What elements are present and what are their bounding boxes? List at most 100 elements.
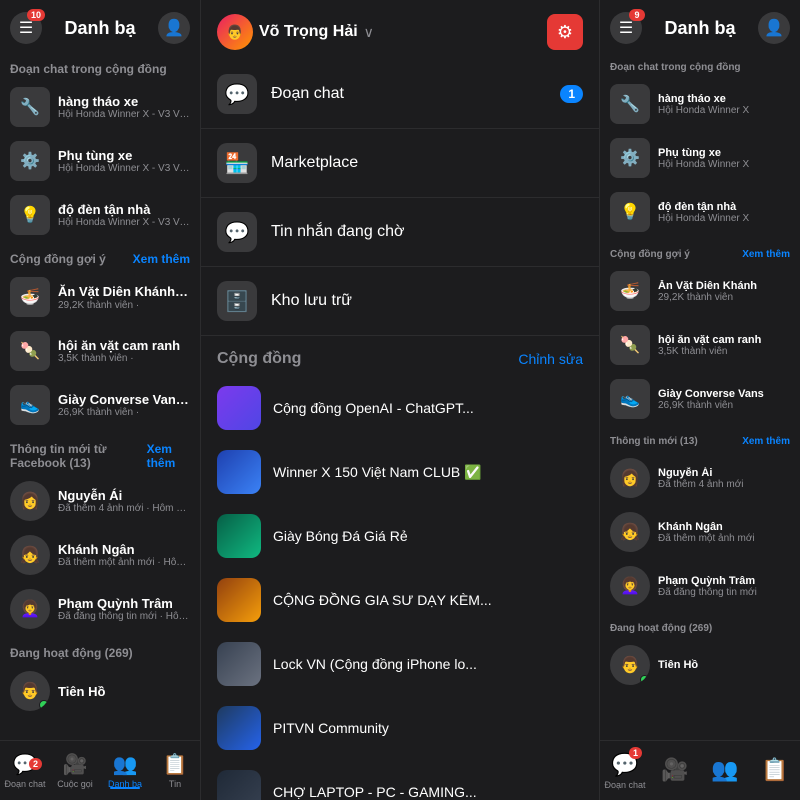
community-avatar-5	[217, 706, 261, 750]
center-menu-item-0[interactable]: 💬 Đoạn chat 1	[201, 60, 599, 129]
left-news-item-1[interactable]: 👧 Khánh Ngân Đã thêm một ảnh mới · Hôm q…	[0, 528, 200, 582]
community-name-6: CHỢ LAPTOP - PC - GAMING...	[273, 784, 583, 800]
right-item-sub-2: Hội Honda Winner X	[658, 159, 790, 170]
left-news-item-2[interactable]: 👩‍🦱 Phạm Quỳnh Trâm Đã đăng thông tin mớ…	[0, 582, 200, 636]
left-tab-0[interactable]: 2 💬 Đoạn chat	[0, 752, 50, 789]
right-news-1[interactable]: 👩 Nguyễn Ái Đã thêm 4 ảnh mới	[600, 451, 800, 505]
menu-item-label-3: Kho lưu trữ	[271, 292, 352, 310]
left-news-sub-0: Đã thêm 4 ảnh mới · Hôm nay	[58, 503, 190, 514]
left-active-title-0: Tiên Hồ	[58, 684, 190, 699]
right-news-title-2: Khánh Ngân	[658, 521, 790, 533]
right-item-sub-3: Hội Honda Winner X	[658, 213, 790, 224]
center-user[interactable]: 👨 Võ Trọng Hải ∨	[217, 14, 374, 50]
left-suggested-item-2[interactable]: 👟 Giày Converse Vans 2hand Real 26,9K th…	[0, 378, 200, 432]
left-news-title-2: Phạm Quỳnh Trâm	[58, 596, 190, 611]
center-user-avatar: 👨	[217, 14, 253, 50]
tab-label-1: Cuộc gọi	[57, 779, 93, 789]
community-section-header: Cộng đồng Chỉnh sửa	[201, 336, 599, 376]
right-tab-calls[interactable]: 🎥	[650, 741, 700, 800]
left-suggested-sub-2: 26,9K thành viên ·	[58, 407, 190, 418]
right-sug-3[interactable]: 👟 Giày Converse Vans 26,9K thành viên	[600, 372, 800, 426]
left-tab-3[interactable]: 📋 Tin	[150, 752, 200, 789]
left-news-sub-2: Đã đăng thông tin mới · Hôm qua	[58, 611, 190, 622]
center-menu-item-1[interactable]: 🏪 Marketplace	[201, 129, 599, 198]
right-sug-1[interactable]: 🍜 Ăn Vặt Diên Khánh 29,2K thành viên	[600, 264, 800, 318]
right-item-2[interactable]: ⚙️ Phụ tùng xe Hội Honda Winner X	[600, 131, 800, 185]
right-news-section: Thông tin mới (13) Xem thêm	[600, 426, 800, 451]
left-tab-1[interactable]: 🎥 Cuộc gọi	[50, 752, 100, 789]
community-name-5: PITVN Community	[273, 720, 583, 736]
center-header: 👨 Võ Trọng Hải ∨ ⚙	[201, 0, 599, 60]
tab-badge-0: 2	[29, 758, 42, 770]
right-news-3[interactable]: 👩‍🦱 Phạm Quỳnh Trâm Đã đăng thông tin mớ…	[600, 559, 800, 613]
right-item-3[interactable]: 💡 độ đèn tận nhà Hội Honda Winner X	[600, 185, 800, 239]
left-community-item-1[interactable]: ⚙️ Phụ tùng xe Hội Honda Winner X - V3 V…	[0, 134, 200, 188]
center-menu-item-3[interactable]: 🗄️ Kho lưu trữ	[201, 267, 599, 336]
right-chat-label: Đoạn chat	[604, 780, 645, 790]
right-news-2[interactable]: 👧 Khánh Ngân Đã thêm một ảnh mới	[600, 505, 800, 559]
community-item-2[interactable]: Giày Bóng Đá Giá Rẻ	[201, 504, 599, 568]
left-community-item-0[interactable]: 🔧 hàng tháo xe Hội Honda Winner X - V3 V…	[0, 80, 200, 134]
community-name-4: Lock VN (Cộng đồng iPhone lo...	[273, 656, 583, 672]
left-header: ☰ 10 Danh bạ 👤	[0, 0, 200, 52]
community-item-3[interactable]: CỘNG ĐỒNG GIA SƯ DẠY KÈM...	[201, 568, 599, 632]
center-menu-item-2[interactable]: 💬 Tin nhắn đang chờ	[201, 198, 599, 267]
community-name-0: Cộng đồng OpenAI - ChatGPT...	[273, 400, 583, 416]
right-active-1[interactable]: 👨 Tiên Hồ	[600, 638, 800, 692]
left-community-title-0: hàng tháo xe	[58, 94, 190, 109]
right-news-avatar-2: 👧	[610, 512, 650, 552]
news-see-more[interactable]: Xem thêm	[147, 442, 190, 470]
community-chat-label: Đoạn chat trong cộng đồng	[10, 62, 167, 76]
community-edit-button[interactable]: Chỉnh sửa	[518, 351, 583, 367]
right-tab-contacts[interactable]: 👥	[700, 741, 750, 800]
left-suggested-title-2: Giày Converse Vans 2hand Real	[58, 392, 190, 407]
community-item-5[interactable]: PITVN Community	[201, 696, 599, 760]
community-avatar-2	[217, 514, 261, 558]
left-contacts-button[interactable]: 👤	[158, 12, 190, 44]
community-item-6[interactable]: CHỢ LAPTOP - PC - GAMING...	[201, 760, 599, 800]
left-news-title-0: Nguyễn Ái	[58, 488, 190, 503]
right-suggested-section: Cộng đồng gợi ý Xem thêm	[600, 239, 800, 264]
news-section: Thông tin mới từ Facebook (13) Xem thêm	[0, 432, 200, 474]
left-suggested-avatar-2: 👟	[10, 385, 50, 425]
right-news-title-3: Phạm Quỳnh Trâm	[658, 575, 790, 587]
right-menu-button[interactable]: ☰ 9	[610, 12, 642, 44]
left-tab-2[interactable]: 👥 Danh bạ	[100, 752, 150, 789]
left-suggested-avatar-1: 🍡	[10, 331, 50, 371]
right-tab-news[interactable]: 📋	[750, 741, 800, 800]
community-item-4[interactable]: Lock VN (Cộng đồng iPhone lo...	[201, 632, 599, 696]
left-news-list: 👩 Nguyễn Ái Đã thêm 4 ảnh mới · Hôm nay …	[0, 474, 200, 636]
right-tab-chat[interactable]: 💬 Đoạn chat 1	[600, 741, 650, 800]
right-item-title-2: Phụ tùng xe	[658, 147, 790, 159]
suggested-see-more[interactable]: Xem thêm	[133, 252, 190, 266]
left-suggested-item-0[interactable]: 🍜 Ăn Vặt Diên Khánh 😋😋😋😋 29,2K thành viê…	[0, 270, 200, 324]
community-item-1[interactable]: Winner X 150 Việt Nam CLUB ✅	[201, 440, 599, 504]
left-community-sub-1: Hội Honda Winner X - V3 Việt Nam · Nhấn …	[58, 163, 190, 174]
right-news-see-more[interactable]: Xem thêm	[742, 436, 790, 447]
left-menu-button[interactable]: ☰ 10	[10, 12, 42, 44]
right-see-more[interactable]: Xem thêm	[742, 249, 790, 260]
left-panel-title: Danh bạ	[64, 18, 135, 39]
center-menu-list: 💬 Đoạn chat 1 🏪 Marketplace 💬 Tin nhắn đ…	[201, 60, 599, 336]
left-suggested-list: 🍜 Ăn Vặt Diên Khánh 😋😋😋😋 29,2K thành viê…	[0, 270, 200, 432]
tab-label-3: Tin	[169, 779, 181, 789]
left-community-avatar-2: 💡	[10, 195, 50, 235]
left-news-sub-1: Đã thêm một ảnh mới · Hôm qua	[58, 557, 190, 568]
community-item-0[interactable]: Cộng đồng OpenAI - ChatGPT...	[201, 376, 599, 440]
left-community-list: 🔧 hàng tháo xe Hội Honda Winner X - V3 V…	[0, 80, 200, 242]
left-suggested-item-1[interactable]: 🍡 hội ăn vặt cam ranh 3,5K thành viên ·	[0, 324, 200, 378]
tab-label-0: Đoạn chat	[4, 779, 45, 789]
left-news-item-0[interactable]: 👩 Nguyễn Ái Đã thêm 4 ảnh mới · Hôm nay	[0, 474, 200, 528]
left-active-item-0[interactable]: 👨 Tiên Hồ	[0, 664, 200, 718]
left-news-avatar-0: 👩	[10, 481, 50, 521]
gear-button[interactable]: ⚙	[547, 14, 583, 50]
right-menu-badge: 9	[629, 9, 645, 21]
suggested-label: Cộng đồng gợi ý	[10, 252, 106, 266]
left-community-item-2[interactable]: 💡 độ đèn tận nhà Hội Honda Winner X - V3…	[0, 188, 200, 242]
right-news-avatar-1: 👩	[610, 458, 650, 498]
right-item-1[interactable]: 🔧 hàng tháo xe Hội Honda Winner X	[600, 77, 800, 131]
right-contacts-button[interactable]: 👤	[758, 12, 790, 44]
right-sug-2[interactable]: 🍡 hội ăn vặt cam ranh 3,5K thành viên	[600, 318, 800, 372]
menu-badge: 10	[27, 9, 45, 21]
left-news-avatar-1: 👧	[10, 535, 50, 575]
